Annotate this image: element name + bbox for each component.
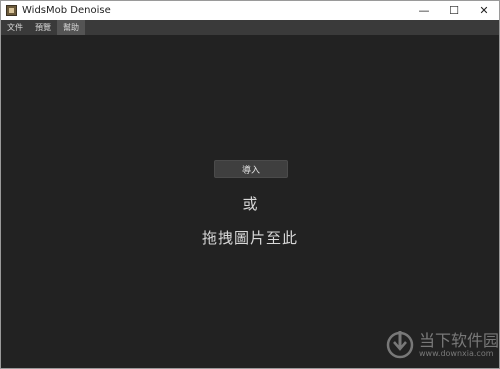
maximize-icon: ☐ [449, 4, 459, 17]
or-label: 或 [242, 195, 258, 213]
title-bar[interactable]: WidsMob Denoise — ☐ ✕ [1, 1, 499, 20]
window-title: WidsMob Denoise [22, 5, 111, 16]
watermark: 当下软件园 www.downxia.com [385, 325, 499, 365]
app-logo-icon [6, 5, 17, 16]
menu-help[interactable]: 幫助 [57, 20, 85, 35]
menu-file[interactable]: 文件 [1, 20, 29, 35]
minimize-button[interactable]: — [409, 1, 439, 20]
maximize-button[interactable]: ☐ [439, 1, 469, 20]
downxia-logo-icon [386, 331, 414, 359]
close-button[interactable]: ✕ [469, 1, 499, 20]
drop-area[interactable]: 導入 或 拖拽圖片至此 当下软件园 www.downxia.com [1, 35, 499, 368]
menu-preview[interactable]: 預覽 [29, 20, 57, 35]
close-icon: ✕ [479, 4, 489, 17]
menu-bar: 文件 預覽 幫助 [1, 20, 499, 35]
import-button[interactable]: 導入 [214, 160, 288, 178]
watermark-url: www.downxia.com [419, 349, 494, 358]
watermark-title: 当下软件园 [419, 331, 500, 350]
window-controls: — ☐ ✕ [409, 1, 499, 20]
drag-hint-label: 拖拽圖片至此 [201, 229, 298, 247]
minimize-icon: — [418, 4, 430, 17]
app-window: WidsMob Denoise — ☐ ✕ 文件 預覽 幫助 導入 或 拖拽圖片… [0, 0, 500, 369]
